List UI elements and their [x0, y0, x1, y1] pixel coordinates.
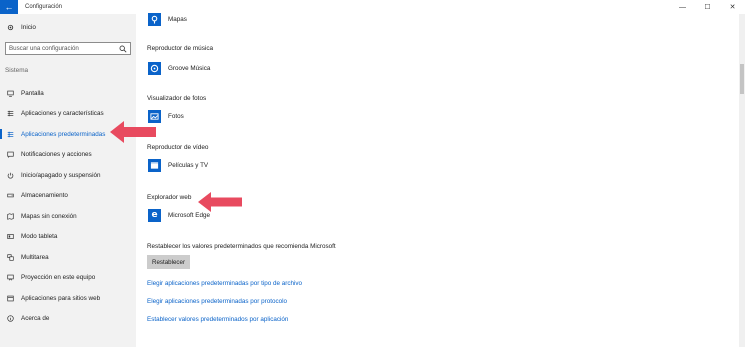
window-controls: — ☐ ✕	[670, 0, 745, 14]
web-apps-icon	[7, 295, 14, 302]
section-label: Sistema	[5, 67, 29, 74]
sidebar-item-offline-maps[interactable]: Mapas sin conexión	[0, 206, 136, 227]
sidebar: Inicio Sistema Pantalla Aplicaciones y c…	[0, 14, 136, 347]
scroll-thumb[interactable]	[740, 64, 744, 94]
main-content: Mapas Reproductor de música Groove Músic…	[136, 13, 745, 347]
maps-app-tile	[148, 13, 161, 26]
sidebar-item-pantalla[interactable]: Pantalla	[0, 83, 136, 104]
movies-app-button[interactable]: Películas y TV	[148, 159, 208, 172]
tablet-icon	[7, 234, 14, 240]
scrollbar[interactable]	[739, 14, 745, 347]
sidebar-item-label: Proyección en este equipo	[21, 274, 96, 282]
sidebar-item-label: Multitarea	[21, 253, 49, 261]
sidebar-item-power[interactable]: Inicio/apagado y suspensión	[0, 165, 136, 186]
reset-description: Restablecer los valores predeterminados …	[147, 243, 336, 250]
film-icon	[150, 162, 159, 169]
power-icon	[7, 172, 14, 179]
sidebar-item-label: Mapas sin conexión	[21, 212, 77, 220]
edge-icon: e	[151, 210, 158, 220]
title-bar: ← Configuración — ☐ ✕	[0, 0, 745, 14]
music-player-title: Reproductor de música	[147, 45, 214, 52]
notification-icon	[7, 151, 14, 159]
minimize-button[interactable]: —	[670, 0, 695, 14]
photos-app-name: Fotos	[168, 113, 184, 120]
sidebar-item-multitasking[interactable]: Multitarea	[0, 247, 136, 268]
multitask-icon	[7, 254, 14, 261]
gear-icon	[7, 24, 14, 31]
window-title: Configuración	[25, 4, 63, 10]
sidebar-item-label: Notificaciones y acciones	[21, 151, 92, 159]
sidebar-item-web-apps[interactable]: Aplicaciones para sitios web	[0, 288, 136, 309]
sidebar-item-label: Aplicaciones y características	[21, 110, 104, 118]
groove-app-button[interactable]: Groove Música	[148, 62, 210, 75]
sidebar-item-label: Aplicaciones para sitios web	[21, 294, 101, 302]
sidebar-item-label: Inicio/apagado y suspensión	[21, 171, 101, 179]
sidebar-item-tablet-mode[interactable]: Modo tableta	[0, 227, 136, 248]
music-disc-icon	[150, 64, 159, 73]
search-box[interactable]	[5, 42, 131, 55]
groove-app-tile	[148, 62, 161, 75]
edge-app-tile: e	[148, 209, 161, 222]
groove-app-name: Groove Música	[168, 65, 211, 72]
back-button[interactable]: ←	[0, 0, 18, 14]
home-label: Inicio	[21, 24, 36, 31]
back-arrow-icon: ←	[4, 1, 14, 12]
home-nav-item[interactable]: Inicio	[7, 24, 36, 31]
sidebar-item-label: Almacenamiento	[21, 192, 68, 200]
search-input[interactable]	[9, 45, 117, 52]
annotation-arrow-icon	[198, 192, 242, 212]
sidebar-item-about[interactable]: Acerca de	[0, 309, 136, 330]
projection-icon	[7, 274, 14, 281]
default-apps-icon	[7, 131, 14, 138]
maps-app-name: Mapas	[168, 16, 187, 23]
info-icon	[7, 315, 14, 322]
maps-icon	[151, 15, 158, 24]
link-by-protocol[interactable]: Elegir aplicaciones predeterminadas por …	[147, 298, 287, 305]
search-icon	[119, 45, 127, 53]
video-player-title: Reproductor de vídeo	[147, 144, 209, 151]
photo-viewer-title: Visualizador de fotos	[147, 95, 207, 102]
web-browser-title: Explorador web	[147, 194, 192, 201]
map-icon	[7, 212, 14, 220]
sidebar-item-label: Pantalla	[21, 89, 44, 97]
close-icon: ✕	[729, 4, 736, 11]
maximize-button[interactable]: ☐	[695, 0, 720, 14]
sidebar-item-projection[interactable]: Proyección en este equipo	[0, 268, 136, 289]
link-by-app[interactable]: Establecer valores predeterminados por a…	[147, 316, 288, 323]
movies-app-name: Películas y TV	[168, 162, 209, 169]
list-icon	[7, 110, 14, 117]
monitor-icon	[7, 90, 14, 97]
sidebar-item-label: Aplicaciones predeterminadas	[21, 130, 106, 138]
sidebar-item-label: Acerca de	[21, 315, 50, 323]
annotation-arrow-icon	[110, 121, 156, 143]
link-by-file-type[interactable]: Elegir aplicaciones predeterminadas por …	[147, 280, 302, 287]
sidebar-item-notifications[interactable]: Notificaciones y acciones	[0, 145, 136, 166]
maximize-icon: ☐	[704, 4, 711, 11]
movies-app-tile	[148, 159, 161, 172]
sidebar-item-label: Modo tableta	[21, 233, 58, 241]
minimize-icon: —	[679, 3, 686, 11]
storage-icon	[7, 194, 14, 198]
close-button[interactable]: ✕	[720, 0, 745, 14]
reset-button[interactable]: Restablecer	[147, 255, 190, 269]
maps-app-button[interactable]: Mapas	[148, 13, 187, 26]
sidebar-item-storage[interactable]: Almacenamiento	[0, 186, 136, 207]
